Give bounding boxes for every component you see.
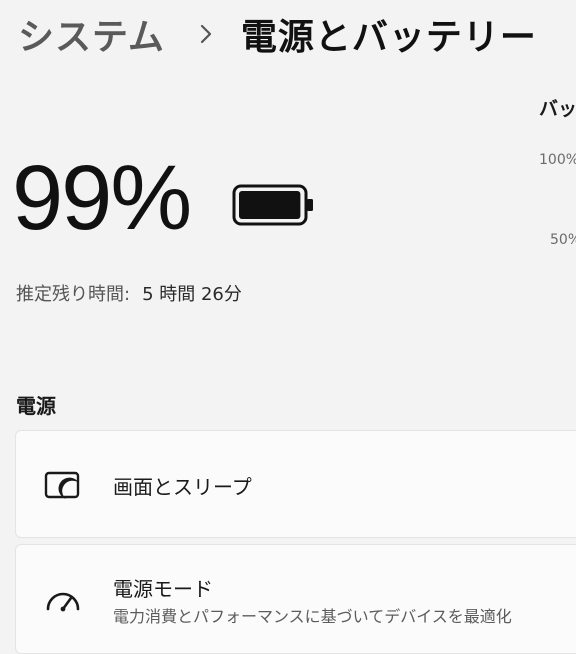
battery-percentage: 99% bbox=[12, 147, 192, 249]
power-mode-title: 電源モード bbox=[113, 577, 213, 601]
screen-sleep-icon bbox=[44, 471, 80, 499]
power-mode-card[interactable]: 電源モード 電力消費とパフォーマンスに基づいてデバイスを最適化 bbox=[15, 544, 576, 654]
battery-usage-title: バッ bbox=[539, 98, 576, 120]
chart-tick-100: 100% bbox=[539, 152, 576, 168]
remaining-time-value: 5 時間 26分 bbox=[142, 284, 242, 305]
power-section-title: 電源 bbox=[16, 394, 56, 418]
battery-full-icon bbox=[232, 184, 313, 226]
screen-and-sleep-title: 画面とスリープ bbox=[113, 475, 252, 499]
chevron-right-icon bbox=[200, 24, 212, 44]
gauge-icon bbox=[46, 592, 80, 612]
breadcrumb-system-link[interactable]: システム bbox=[18, 8, 165, 60]
page-title: 電源とバッテリー bbox=[240, 17, 537, 58]
chart-tick-50: 50% bbox=[550, 232, 576, 248]
power-mode-description: 電力消費とパフォーマンスに基づいてデバイスを最適化 bbox=[113, 607, 512, 626]
remaining-time-label: 推定残り時間: bbox=[16, 284, 131, 305]
remaining-time: 推定残り時間: 5 時間 26分 bbox=[16, 280, 242, 306]
screen-and-sleep-card[interactable]: 画面とスリープ bbox=[15, 430, 576, 538]
breadcrumb: システム 電源とバッテリー bbox=[18, 8, 537, 60]
